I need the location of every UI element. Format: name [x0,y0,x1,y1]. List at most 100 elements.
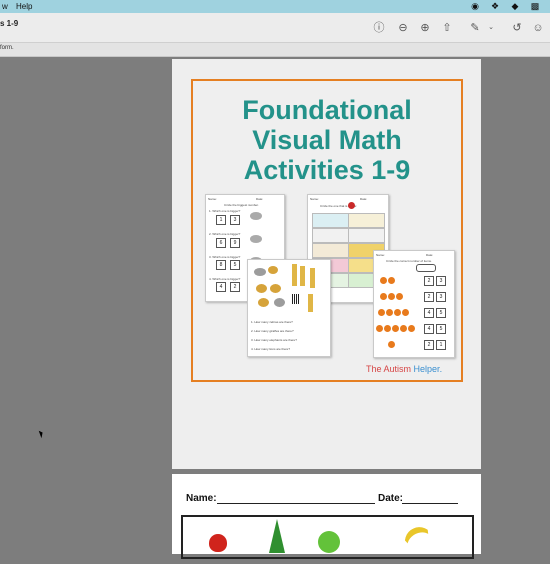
orange-ball-icon [384,325,391,332]
ws1-number-box: 5 [230,260,240,270]
fruit-row-box [181,515,474,564]
menu-bar: w Help ◉ ❖ ◆ ▩ [0,0,550,13]
plant-icon [269,519,285,553]
strawberry-icon [209,534,227,552]
cover-title: Foundational Visual Math Activities 1-9 [193,95,461,185]
grid-cell [348,213,385,228]
ws4-heading: Circle the correct number of items. [386,259,432,263]
orange-ball-icon [380,293,387,300]
ws4-number-box: 3 [436,276,446,286]
grid-cell [348,228,385,243]
giraffe-icon [310,268,315,288]
rotate-icon[interactable]: ↺ [510,21,524,35]
ws1-heading: Circle the biggest number. [224,203,259,207]
document-page-2: Name: Date: [172,474,481,564]
record-icon[interactable]: ◉ [470,1,480,11]
banana-icon [399,522,441,564]
window-title: s 1-9 [0,19,19,28]
lion-icon [270,284,281,293]
lion-icon [268,266,278,274]
zebra-icon [292,294,300,304]
elephant-icon [254,268,266,276]
orange-ball-icon [386,309,393,316]
example-oval [416,264,436,272]
share-icon[interactable]: ⇧ [440,21,454,35]
brand-logo-part-a: The Autism [366,364,412,374]
apple-icon [348,202,355,209]
info-icon[interactable]: ⓘ [372,21,386,35]
orange-ball-icon [400,325,407,332]
page2-date-label: Date: [378,493,404,504]
dropbox-icon[interactable]: ◆ [510,1,520,11]
animal-illustration [252,264,324,314]
ws3-question-2: 2. How many giraffes are there? [251,329,294,333]
giraffe-icon [292,264,297,286]
ws1-date-label: Date: [256,197,264,201]
brand-logo-part-b: Helper. [413,364,443,374]
preview-toolbar: s 1-9 ⓘ ⊖ ⊕ ⇧ ✎ ⌄ ↺ ☺ [0,13,550,43]
ws1-question-2: 2. Which one is bigger? [209,232,241,236]
ws4-number-box: 2 [424,292,434,302]
lion-icon [256,284,267,293]
ws1-number-box: 2 [230,282,240,292]
cover-title-line-1: Foundational [242,95,412,125]
zoom-out-icon[interactable]: ⊖ [396,21,410,35]
cover-frame: Foundational Visual Math Activities 1-9 … [191,79,463,382]
lion-icon [258,298,269,307]
giraffe-icon [300,266,305,286]
elephant-icon [274,298,285,307]
mouse-cursor-icon [38,429,45,439]
ws4-number-box: 4 [424,324,434,334]
ws3-question-3: 3. How many elephants are there? [251,338,297,342]
orange-ball-icon [394,309,401,316]
app-icon[interactable]: ❖ [490,1,500,11]
name-line [217,503,375,504]
giraffe-icon [308,294,313,312]
ws1-number-box: 4 [216,282,226,292]
brand-logo: The Autism Helper. [366,364,442,374]
cover-title-line-2: Visual Math [252,125,402,155]
orange-ball-icon [378,309,385,316]
accessibility-icon[interactable]: ☺ [531,21,545,35]
ws2-name-label: Name: [310,197,319,201]
orange-ball-icon [388,341,395,348]
zoom-in-icon[interactable]: ⊕ [418,21,432,35]
ws1-number-box: 8 [216,260,226,270]
ws4-name-label: Name: [376,253,385,257]
chevron-down-icon[interactable]: ⌄ [484,21,498,35]
grid-cell [312,243,349,258]
grid-cell [312,228,349,243]
worksheet-animal-counting: 1. How many zebras are there? 2. How man… [247,259,331,357]
info-bar: form. [0,43,550,57]
menu-item-file-tail[interactable]: w [2,2,8,11]
orange-ball-icon [396,293,403,300]
elephant-icon [250,235,262,243]
ws4-number-box: 2 [424,276,434,286]
orange-ball-icon [408,325,415,332]
cover-title-line-3: Activities 1-9 [243,155,411,185]
ws1-question-1: 1. Which one is bigger? [209,209,241,213]
ws3-question-1: 1. How many zebras are there? [251,320,293,324]
orange-ball-icon [388,277,395,284]
markup-pen-icon[interactable]: ✎ [468,21,482,35]
worksheet-count-items: Name: Date: Circle the correct number of… [373,250,455,358]
ws4-number-box: 4 [424,308,434,318]
ws4-number-box: 5 [436,324,446,334]
ws4-date-label: Date: [426,253,434,257]
ws4-number-box: 5 [436,308,446,318]
orange-ball-icon [392,325,399,332]
control-center-icon[interactable]: ▩ [530,1,540,11]
orange-ball-icon [388,293,395,300]
ws4-number-box: 1 [436,340,446,350]
ws2-date-label: Date: [360,197,368,201]
menu-item-help[interactable]: Help [16,2,32,11]
ws4-number-box: 3 [436,292,446,302]
ws1-question-3: 3. Which one is bigger? [209,255,241,259]
ws1-name-label: Name: [208,197,217,201]
orange-ball-icon [402,309,409,316]
ws1-number-box: 3 [230,215,240,225]
page2-name-label: Name: [186,493,217,504]
elephant-icon [250,212,262,220]
ws1-question-4: 4. Which one is bigger? [209,277,241,281]
ws1-number-box: 6 [216,238,226,248]
